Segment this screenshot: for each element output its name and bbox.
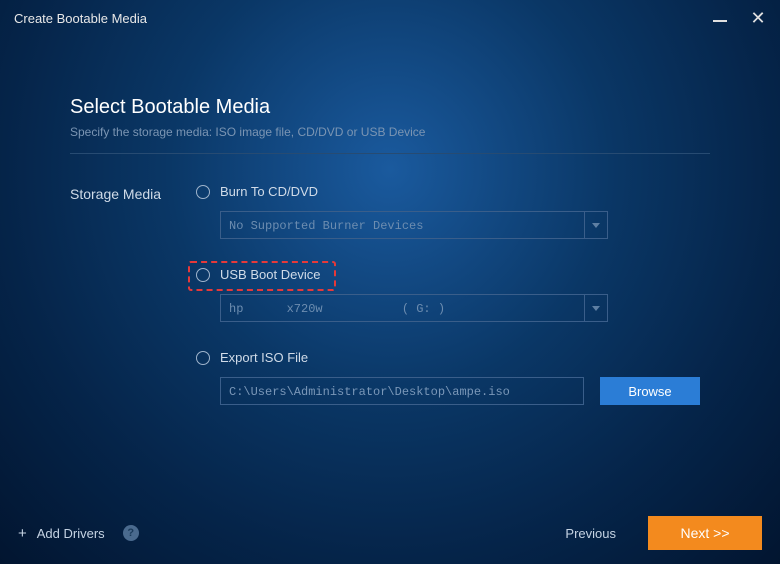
plus-icon: +: [18, 526, 27, 541]
usb-select[interactable]: hp x720w ( G: ): [220, 294, 608, 322]
close-icon: ✕: [750, 9, 765, 27]
window-title: Create Bootable Media: [14, 11, 147, 26]
radio-cddvd-label: Burn To CD/DVD: [220, 184, 318, 199]
chevron-down-icon: [592, 223, 600, 228]
next-button[interactable]: Next >>: [648, 516, 762, 550]
radio-icon: [196, 268, 210, 282]
footer-right: Previous Next >>: [565, 516, 762, 550]
minimize-icon: [713, 20, 727, 22]
browse-button[interactable]: Browse: [600, 377, 700, 405]
content-area: Select Bootable Media Specify the storag…: [0, 36, 780, 502]
footer: + Add Drivers ? Previous Next >>: [0, 502, 780, 564]
radio-cddvd[interactable]: Burn To CD/DVD: [196, 184, 710, 199]
radio-icon: [196, 185, 210, 199]
options-column: Burn To CD/DVD No Supported Burner Devic…: [196, 184, 710, 433]
iso-path-row: C:\Users\Administrator\Desktop\ampe.iso …: [220, 377, 710, 405]
page-subtitle: Specify the storage media: ISO image fil…: [70, 125, 710, 139]
radio-usb[interactable]: USB Boot Device: [196, 267, 710, 282]
storage-media-label: Storage Media: [70, 184, 196, 202]
radio-usb-label: USB Boot Device: [220, 267, 320, 282]
usb-select-value: hp x720w ( G: ): [220, 294, 584, 322]
option-usb: USB Boot Device hp x720w ( G: ): [196, 267, 710, 322]
storage-media-section: Storage Media Burn To CD/DVD No Supporte…: [70, 184, 710, 433]
usb-dropdown-button[interactable]: [584, 294, 608, 322]
titlebar-controls: ✕: [712, 10, 766, 26]
option-iso: Export ISO File C:\Users\Administrator\D…: [196, 350, 710, 405]
cddvd-select[interactable]: No Supported Burner Devices: [220, 211, 608, 239]
radio-icon: [196, 351, 210, 365]
add-drivers-button[interactable]: Add Drivers: [37, 526, 105, 541]
cddvd-select-value: No Supported Burner Devices: [220, 211, 584, 239]
chevron-down-icon: [592, 306, 600, 311]
previous-button[interactable]: Previous: [565, 526, 616, 541]
page-title: Select Bootable Media: [70, 96, 710, 119]
radio-iso-label: Export ISO File: [220, 350, 308, 365]
radio-iso[interactable]: Export ISO File: [196, 350, 710, 365]
option-cddvd: Burn To CD/DVD No Supported Burner Devic…: [196, 184, 710, 239]
close-button[interactable]: ✕: [750, 10, 766, 26]
minimize-button[interactable]: [712, 10, 728, 26]
footer-left: + Add Drivers ?: [18, 525, 139, 541]
iso-path-input[interactable]: C:\Users\Administrator\Desktop\ampe.iso: [220, 377, 584, 405]
help-icon[interactable]: ?: [123, 525, 139, 541]
titlebar: Create Bootable Media ✕: [0, 0, 780, 36]
cddvd-dropdown-button[interactable]: [584, 211, 608, 239]
divider: [70, 153, 710, 154]
app-window: Create Bootable Media ✕ Select Bootable …: [0, 0, 780, 564]
